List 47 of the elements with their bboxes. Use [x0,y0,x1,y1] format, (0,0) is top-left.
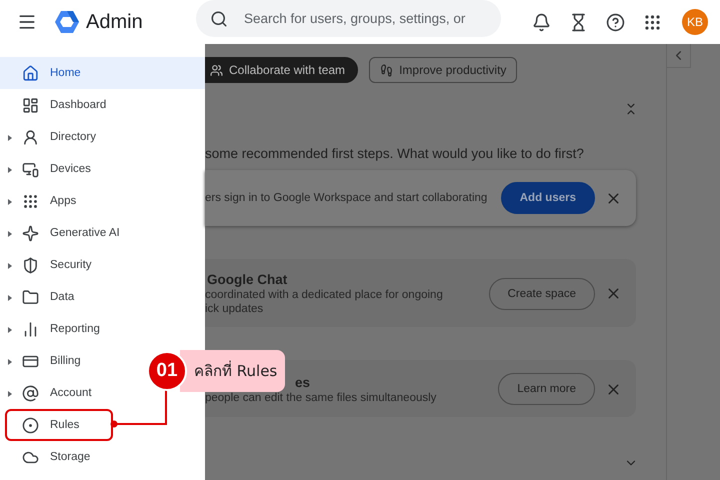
wheel-icon [22,416,39,434]
sidebar-item[interactable]: Billing [0,345,93,377]
shield-icon [22,256,39,274]
dashboard-icon [22,96,39,114]
card-description: ick updates [205,303,264,315]
card-description: ers sign in to Google Workspace and start collaborating [205,192,488,204]
folder-icon [22,288,39,306]
filter-chip[interactable]: Collaborate with team [205,57,358,83]
house-icon [22,64,39,82]
shoe-icon [380,64,394,76]
sidebar-item[interactable]: Apps [0,185,88,217]
apps-icon[interactable] [643,12,662,32]
sidebar-item[interactable]: Devices [0,153,103,185]
card-description: coordinated with a dedicated place for ongoing [205,289,444,301]
sparkle-icon [22,224,39,242]
at-sign-icon [22,384,39,402]
people-icon [210,64,223,76]
devices-icon [22,160,39,178]
filter-chip[interactable]: Improve productivity [369,57,518,83]
sidebar-item[interactable]: Account [0,377,104,409]
action-button[interactable]: Add users [500,182,595,214]
sidebar-item[interactable]: Generative AI [0,217,132,249]
sidebar-item[interactable]: Security [0,249,104,281]
bar-chart-icon [22,320,39,338]
hourglass-icon[interactable] [569,12,588,32]
sidebar-item[interactable]: Rules [5,409,113,441]
logo-icon [54,10,80,34]
card-title: Google Chat [206,272,288,287]
card-title: es [294,374,312,390]
person-icon [22,128,39,146]
search-bar[interactable]: Search for users, groups, settings, or [196,0,501,37]
callout-label: คลิกที่ Rules [180,350,286,392]
sidebar-item[interactable]: Dashboard [0,89,118,121]
sidebar-item[interactable]: Storage [0,441,102,473]
sidebar-item[interactable]: Data [0,281,86,313]
sidebar-item[interactable]: Directory [0,121,108,153]
search-field[interactable]: Search for users, groups, settings, or [242,10,492,27]
search-icon [210,10,228,28]
grid-icon [22,192,39,210]
app-title: Admin [86,10,144,34]
sidebar-item[interactable]: Home [0,57,205,89]
section-heading: some recommended first steps. What would you like to do first? [205,146,585,161]
sidebar-item[interactable]: Reporting [0,313,112,345]
help-icon[interactable] [606,12,625,32]
chevron-left-icon[interactable] [667,44,691,68]
bell-icon[interactable] [532,12,551,32]
card-description: people can edit the same files simultaneously [205,392,438,404]
